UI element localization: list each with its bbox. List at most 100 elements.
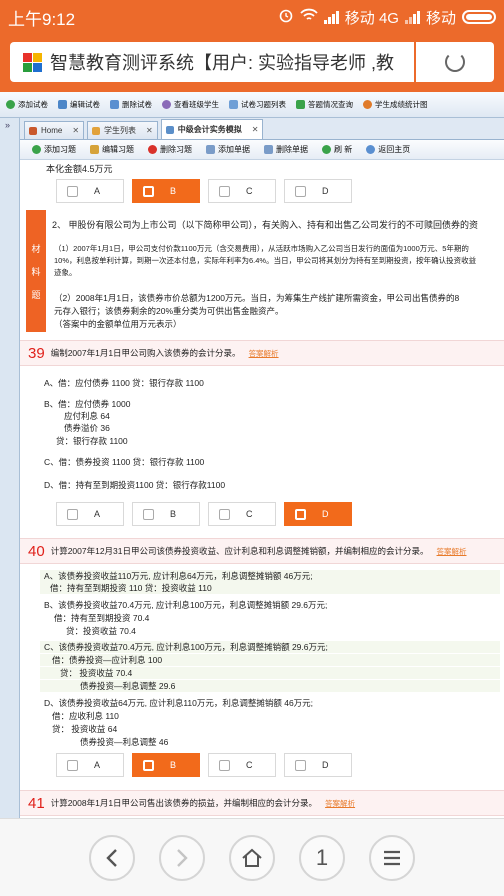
- battery-icon: [462, 10, 496, 24]
- question-text: 编制2007年1月1日甲公司购入该债券的会计分录。: [50, 348, 241, 358]
- query-icon: [296, 100, 305, 109]
- score-chart-button[interactable]: 学生成绩统计图: [363, 99, 428, 110]
- option-c[interactable]: C: [208, 753, 276, 777]
- q40-choice-d-line4: 债券投资—利息调整 46: [80, 737, 169, 747]
- previous-question-options: A B C D: [56, 179, 352, 203]
- option-a[interactable]: A: [56, 502, 124, 526]
- checkbox: [295, 508, 306, 520]
- close-icon[interactable]: ✕: [146, 126, 153, 135]
- q39-choice-b: B、借：应付债券 1000: [44, 399, 131, 409]
- forward-button[interactable]: [159, 834, 205, 881]
- checkbox: [67, 185, 78, 197]
- menu-button[interactable]: [369, 834, 415, 881]
- back-icon: [366, 145, 376, 154]
- q40-choice-c-line3: 贷： 投资收益 70.4: [40, 667, 500, 679]
- tab-home[interactable]: Home ✕: [24, 121, 85, 139]
- answer-query-button[interactable]: 答题情况查询: [296, 99, 353, 110]
- question-actions-toolbar: 添加习题 编辑习题 删除习题 添加单据 删除单据 刷 新 返回主页: [20, 140, 504, 160]
- option-d[interactable]: D: [284, 502, 352, 526]
- delete-exam-button[interactable]: 删除试卷: [110, 99, 152, 110]
- material-p1-line1: （1）2007年1月1日，甲公司支付价款1100万元（含交易费用），从活跃市场购…: [54, 244, 469, 253]
- delete-voucher-button[interactable]: 删除单据: [264, 144, 308, 155]
- option-c[interactable]: C: [208, 179, 276, 203]
- q39-choice-b-line4: 贷：银行存款 1100: [56, 436, 128, 446]
- option-b[interactable]: B: [132, 179, 200, 203]
- home-button[interactable]: [229, 834, 275, 881]
- status-icons: 移动 4G 移动: [278, 7, 496, 28]
- previous-question-fragment: 本化金额4.5万元: [46, 164, 113, 174]
- refresh-button[interactable]: 刷 新: [322, 144, 352, 155]
- status-bar: 上午9:12 移动 4G 移动: [0, 0, 504, 34]
- answer-analysis-link[interactable]: 答案解析: [437, 546, 467, 557]
- add-exam-button[interactable]: 添加试卷: [6, 99, 48, 110]
- material-body: 2、 甲股份有限公司为上市公司（以下简称甲公司），有关购入、持有和出售乙公司发行…: [52, 210, 504, 332]
- material-label: 材 料 题: [26, 210, 46, 332]
- close-icon[interactable]: ✕: [72, 126, 79, 135]
- question-text: 计算2007年12月31日甲公司该债券投资收益、应计利息和利息调整摊销额，并编制…: [50, 546, 429, 556]
- site-favicon-icon: [22, 51, 44, 73]
- option-a[interactable]: A: [56, 179, 124, 203]
- carrier-2: 移动: [425, 9, 456, 27]
- back-button[interactable]: [89, 834, 135, 881]
- reload-icon: [445, 52, 465, 72]
- question-40-header: 40 计算2007年12月31日甲公司该债券投资收益、应计利息和利息调整摊销额，…: [20, 538, 504, 564]
- edit-question-button[interactable]: 编辑习题: [90, 144, 134, 155]
- q39-choice-a: A、借：应付债券 1100 贷：银行存款 1100: [44, 378, 204, 388]
- question-number: 41: [28, 794, 45, 812]
- status-time: 上午9:12: [8, 9, 76, 29]
- q39-choice-b-line3: 债券溢价 36: [64, 423, 110, 433]
- option-d[interactable]: D: [284, 753, 352, 777]
- exam-toolbar: 添加试卷 编辑试卷 删除试卷 查看班级学生 试卷习题列表 答题情况查询 学生成绩…: [0, 92, 504, 118]
- exam-question-list-button[interactable]: 试卷习题列表: [229, 99, 286, 110]
- delete-question-button[interactable]: 删除习题: [148, 144, 192, 155]
- view-class-students-button[interactable]: 查看班级学生: [162, 99, 219, 110]
- users-icon: [162, 100, 171, 109]
- document-icon: [165, 125, 174, 134]
- question-number: 39: [28, 344, 45, 362]
- home-icon: [29, 126, 37, 135]
- option-d[interactable]: D: [284, 179, 352, 203]
- q40-choice-d-line2: 借：应收利息 110: [52, 711, 119, 721]
- signal-icon: [323, 10, 339, 24]
- option-a[interactable]: A: [56, 753, 124, 777]
- add-question-button[interactable]: 添加习题: [32, 144, 76, 155]
- back-home-button[interactable]: 返回主页: [366, 144, 410, 155]
- delete-icon: [110, 100, 119, 109]
- checkbox: [67, 759, 78, 771]
- tabs-count-button[interactable]: 1: [299, 834, 345, 881]
- browser-address-bar: 智慧教育测评系统【用户: 实验指导老师 ,教: [0, 34, 504, 92]
- option-b[interactable]: B: [132, 753, 200, 777]
- option-b[interactable]: B: [132, 502, 200, 526]
- answer-analysis-link[interactable]: 答案解析: [325, 798, 355, 809]
- add-voucher-button[interactable]: 添加单据: [206, 144, 250, 155]
- list-icon: [229, 100, 238, 109]
- close-icon[interactable]: ✕: [252, 125, 259, 134]
- delete-icon: [148, 145, 157, 154]
- url-field[interactable]: 智慧教育测评系统【用户: 实验指导老师 ,教: [10, 42, 414, 82]
- material-title: 2、 甲股份有限公司为上市公司（以下简称甲公司），有关购入、持有和出售乙公司发行…: [52, 220, 479, 230]
- q40-choice-b-line3: 贷：投资收益 70.4: [66, 626, 136, 636]
- collapse-sidebar-strip[interactable]: »: [0, 118, 20, 818]
- reload-button[interactable]: [416, 42, 494, 82]
- checkbox: [295, 185, 306, 197]
- q40-choice-d: D、该债券投资收益64万元, 应计利息110万元，利息调整摊销额 46万元;: [44, 698, 314, 708]
- tab-exam-simulation[interactable]: 中级会计实务模拟 ✕: [160, 119, 264, 139]
- student-icon: [92, 126, 101, 135]
- q40-choice-c-line2: 借：债券投资—应计利息 100: [40, 654, 500, 666]
- tab-student-list[interactable]: 学生列表 ✕: [87, 121, 158, 139]
- q39-options: A B C D: [56, 502, 352, 526]
- option-c[interactable]: C: [208, 502, 276, 526]
- edit-icon: [58, 100, 67, 109]
- checkbox: [67, 508, 78, 520]
- pencil-icon: [90, 145, 99, 154]
- q39-choice-b-line2: 应付利息 64: [64, 411, 110, 421]
- question-39-header: 39 编制2007年1月1日甲公司购入该债券的会计分录。 答案解析: [20, 340, 504, 366]
- checkbox: [219, 185, 230, 197]
- chevron-right-icon: [177, 848, 188, 867]
- material-p2-line1: （2）2008年1月1日，该债券市价总额为1200万元。当日，为筹集生产线扩建所…: [54, 293, 460, 303]
- edit-exam-button[interactable]: 编辑试卷: [58, 99, 100, 110]
- chevron-left-icon: [106, 848, 117, 867]
- checkbox: [143, 185, 154, 197]
- material-question: 材 料 题 2、 甲股份有限公司为上市公司（以下简称甲公司），有关购入、持有和出…: [26, 210, 504, 338]
- answer-analysis-link[interactable]: 答案解析: [249, 348, 279, 359]
